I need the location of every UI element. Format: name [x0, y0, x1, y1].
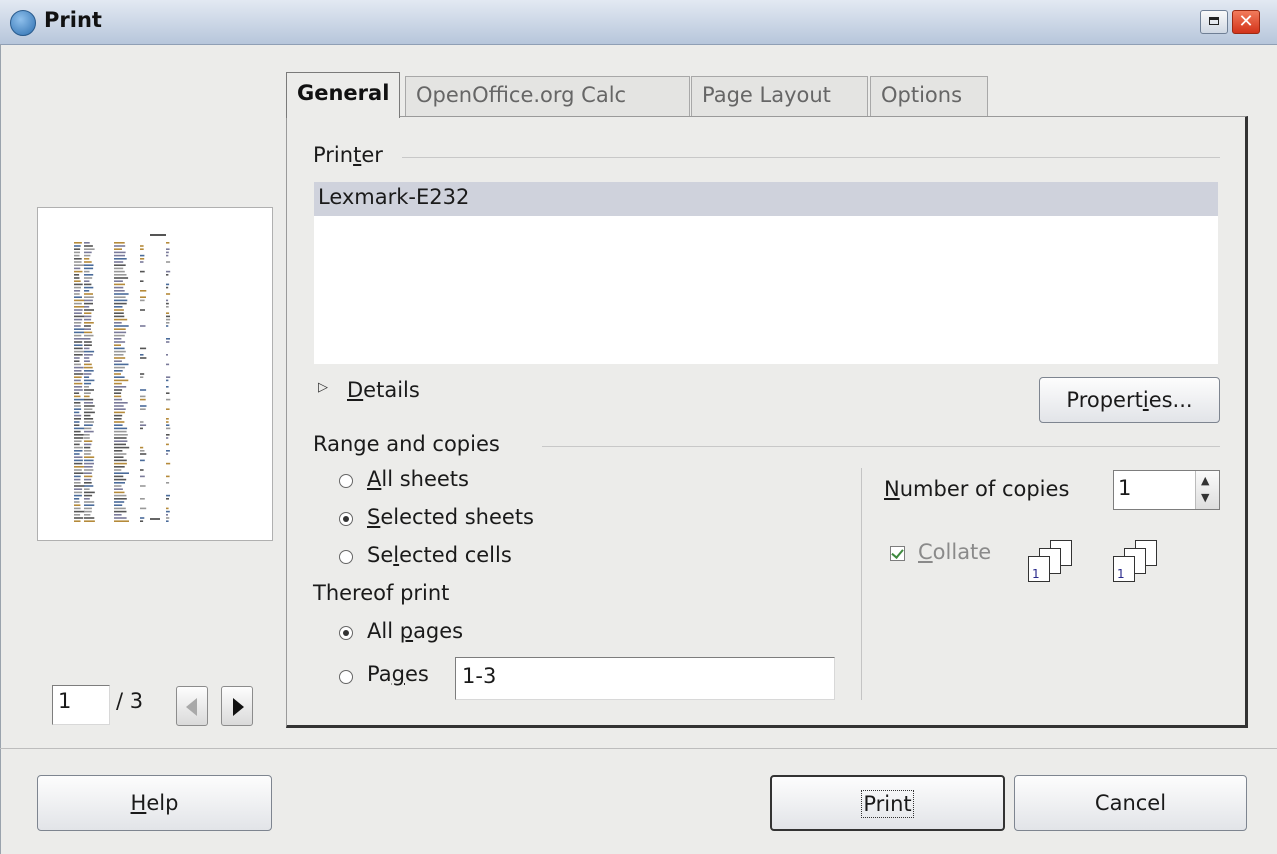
print-button[interactable]: Print	[770, 775, 1005, 831]
title-bar[interactable]: Print ✕	[0, 0, 1277, 45]
all-sheets-label[interactable]: All sheets	[367, 467, 469, 491]
collate-label[interactable]: Collate	[918, 540, 991, 564]
printer-group-label: Printer	[313, 143, 383, 167]
all-pages-radio[interactable]	[339, 626, 353, 640]
number-of-copies-label: Number of copies	[884, 477, 1070, 501]
arrow-right-icon	[233, 698, 244, 716]
selected-sheets-label[interactable]: Selected sheets	[367, 505, 534, 529]
pages-radio[interactable]	[339, 670, 353, 684]
spin-up-icon[interactable]: ▲	[1201, 475, 1209, 487]
expander-arrow-icon[interactable]: ▷	[318, 380, 328, 395]
all-pages-label[interactable]: All pages	[367, 619, 463, 643]
close-icon: ✕	[1238, 11, 1254, 32]
copies-spinner[interactable]: ▲ ▼	[1195, 471, 1219, 509]
window-border	[0, 44, 1, 854]
printer-group-divider	[402, 157, 1220, 158]
collate-icon: 3 2 1	[1028, 540, 1084, 586]
previous-page-button[interactable]	[176, 686, 208, 726]
collate-icon: 3 2 1	[1113, 540, 1169, 586]
range-copies-separator	[861, 468, 862, 700]
maximize-button[interactable]	[1200, 10, 1228, 34]
tab-options[interactable]: Options	[870, 76, 988, 116]
page-thumbnail	[74, 234, 171, 522]
tab-general[interactable]: General	[286, 72, 400, 118]
collate-checkbox[interactable]	[890, 546, 905, 561]
print-preview	[37, 207, 273, 541]
app-icon	[10, 10, 36, 36]
details-expander[interactable]: Details	[347, 378, 420, 402]
pages-label[interactable]: Pages	[367, 662, 429, 686]
close-button[interactable]: ✕	[1232, 10, 1260, 34]
all-sheets-radio[interactable]	[339, 474, 353, 488]
printer-name: Lexmark-E232	[318, 185, 470, 209]
tab-openoffice-calc[interactable]: OpenOffice.org Calc	[405, 76, 690, 116]
window-title: Print	[44, 8, 102, 32]
pages-input[interactable]: 1-3	[455, 657, 835, 700]
selected-sheets-radio[interactable]	[339, 512, 353, 526]
thereof-print-label: Thereof print	[313, 581, 450, 605]
preview-page-input[interactable]: 1	[52, 685, 110, 725]
tab-page-layout[interactable]: Page Layout	[691, 76, 868, 116]
range-group-label: Range and copies	[313, 432, 500, 456]
selected-cells-label[interactable]: Selected cells	[367, 543, 512, 567]
cancel-button[interactable]: Cancel	[1014, 775, 1247, 831]
arrow-left-icon	[186, 698, 197, 716]
spin-down-icon[interactable]: ▼	[1201, 492, 1209, 504]
selected-cells-radio[interactable]	[339, 550, 353, 564]
properties-button[interactable]: Properties...	[1039, 377, 1220, 423]
next-page-button[interactable]	[221, 686, 253, 726]
button-area-separator	[0, 748, 1277, 749]
preview-page-total: / 3	[116, 689, 144, 713]
help-button[interactable]: Help	[37, 775, 272, 831]
range-group-divider	[542, 446, 1220, 447]
